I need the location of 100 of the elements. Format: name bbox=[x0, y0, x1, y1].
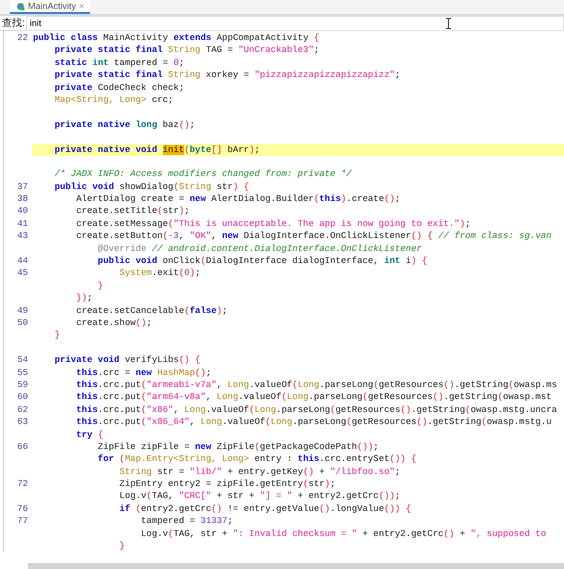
code-text: str = bbox=[156, 466, 186, 477]
code-text: , bbox=[178, 231, 186, 242]
string-literal: "/libfoo.so" bbox=[330, 466, 395, 477]
line-number: 40 bbox=[17, 206, 28, 216]
bracket: ( bbox=[157, 206, 163, 216]
bracket: () bbox=[416, 417, 428, 428]
string-literal: "arm64-v8a" bbox=[146, 392, 206, 402]
code-text: crc; bbox=[150, 94, 174, 105]
code-text: .parseLong bbox=[292, 417, 346, 428]
keyword: private void bbox=[54, 355, 120, 366]
bracket: ( bbox=[282, 392, 287, 402]
code-text: , bbox=[216, 380, 224, 390]
string-literal: "lib/" bbox=[190, 466, 222, 477]
code-text: xorkey = bbox=[204, 70, 250, 80]
code-text: .getString bbox=[427, 417, 482, 428]
bracket: ( bbox=[141, 380, 146, 390]
type-name: Long bbox=[298, 380, 320, 390]
number-literal: 0 bbox=[173, 58, 179, 68]
bracket: ) bbox=[178, 206, 184, 216]
bracket: ( bbox=[292, 380, 298, 390]
line-number: 60 bbox=[17, 392, 28, 402]
code-text: entry2.getCrc bbox=[141, 504, 212, 514]
line-number: 62 bbox=[17, 404, 28, 415]
bracket: ( bbox=[141, 392, 146, 402]
keyword: new bbox=[222, 231, 238, 242]
code-text: TAG = bbox=[204, 45, 234, 56]
code-text: ; bbox=[314, 45, 320, 56]
code-text: .crc.put bbox=[98, 380, 142, 390]
line-number: 50 bbox=[17, 318, 28, 328]
line-number: 45 bbox=[17, 268, 28, 278]
type-name: HashMap bbox=[156, 368, 196, 378]
editor-tab[interactable]: MainActivity × bbox=[10, 0, 90, 14]
type-name: String bbox=[118, 466, 152, 477]
keyword: new bbox=[195, 442, 212, 452]
code-text: tampered = bbox=[113, 58, 170, 68]
keyword: if bbox=[118, 504, 130, 514]
primitive-type: long bbox=[134, 120, 158, 130]
keyword: private static final bbox=[54, 70, 163, 80]
type-name: Map<String, Long> bbox=[54, 94, 146, 105]
type-name: Long bbox=[227, 380, 250, 390]
code-text: ; bbox=[394, 194, 400, 204]
bracket: { bbox=[426, 231, 433, 242]
code-text: TAG, str + bbox=[173, 528, 228, 539]
code-text: .longValue bbox=[330, 504, 384, 514]
code-comment: /* JADX INFO: Access modifiers changed from: private */ bbox=[54, 169, 352, 180]
code-text: ZipEntry entry2 = zipFile.getEntry bbox=[118, 479, 304, 490]
string-literal: "CRC[" bbox=[178, 491, 212, 502]
bracket: ( bbox=[178, 268, 184, 278]
bracket: ( bbox=[168, 528, 174, 539]
bracket: ( bbox=[254, 442, 260, 452]
code-text: .parseLong bbox=[319, 380, 374, 390]
bracket: () bbox=[432, 392, 444, 402]
line-number: 41 bbox=[17, 218, 28, 229]
bracket: ( bbox=[303, 479, 308, 490]
keyword: try bbox=[75, 430, 92, 440]
type-name: Long bbox=[286, 392, 309, 402]
code-text: str bbox=[308, 479, 325, 490]
bracket: ()) bbox=[390, 454, 406, 464]
bracket: ( bbox=[134, 504, 142, 514]
primitive-type: int bbox=[91, 58, 109, 68]
string-literal: "OK" bbox=[190, 231, 212, 242]
code-text: ; bbox=[394, 466, 400, 477]
code-text: , bbox=[173, 404, 180, 415]
bracket: ( bbox=[346, 417, 352, 428]
bracket: ) bbox=[249, 144, 254, 155]
line-number: 22 bbox=[17, 33, 28, 43]
primitive-type: int bbox=[384, 256, 400, 266]
string-literal: ": Invalid checksum = " bbox=[232, 528, 358, 539]
code-text: owasp.mst bbox=[502, 392, 552, 402]
bracket: () bbox=[411, 231, 422, 242]
find-field[interactable]: init bbox=[26, 16, 564, 30]
type-name: Map.Entry<String, Long> bbox=[124, 454, 250, 464]
bracket: ( bbox=[314, 194, 320, 204]
code-text: baz bbox=[162, 120, 179, 130]
bracket: ( bbox=[508, 380, 514, 390]
bracket: { bbox=[96, 430, 104, 440]
code-text: + entry.getKey bbox=[226, 466, 304, 477]
search-match: init bbox=[162, 144, 184, 155]
bracket: () bbox=[178, 120, 190, 130]
code-text: Log.v bbox=[140, 528, 168, 539]
bracket: ( bbox=[173, 182, 179, 192]
bracket: } bbox=[118, 541, 125, 552]
code-text: ; bbox=[394, 70, 400, 80]
bracket: ) bbox=[216, 306, 222, 316]
bracket: ) bbox=[411, 256, 417, 266]
bracket: ( bbox=[373, 380, 379, 390]
keyword: this bbox=[75, 368, 98, 378]
code-text: .crc.entrySet bbox=[319, 454, 390, 464]
bracket: ( bbox=[184, 144, 190, 155]
bracket: ( bbox=[141, 417, 146, 428]
horizontal-scrollbar[interactable] bbox=[28, 563, 564, 569]
number-literal: 31337 bbox=[200, 516, 228, 526]
line-number: 55 bbox=[17, 368, 28, 378]
string-literal: ", supposed to bbox=[470, 528, 546, 539]
line-number: 76 bbox=[17, 504, 28, 514]
bracket: ()) bbox=[357, 442, 374, 452]
number-literal: -3 bbox=[168, 231, 179, 242]
keyword: public void bbox=[54, 182, 114, 192]
bracket: { bbox=[404, 504, 412, 514]
bracket: ()) bbox=[378, 491, 395, 502]
